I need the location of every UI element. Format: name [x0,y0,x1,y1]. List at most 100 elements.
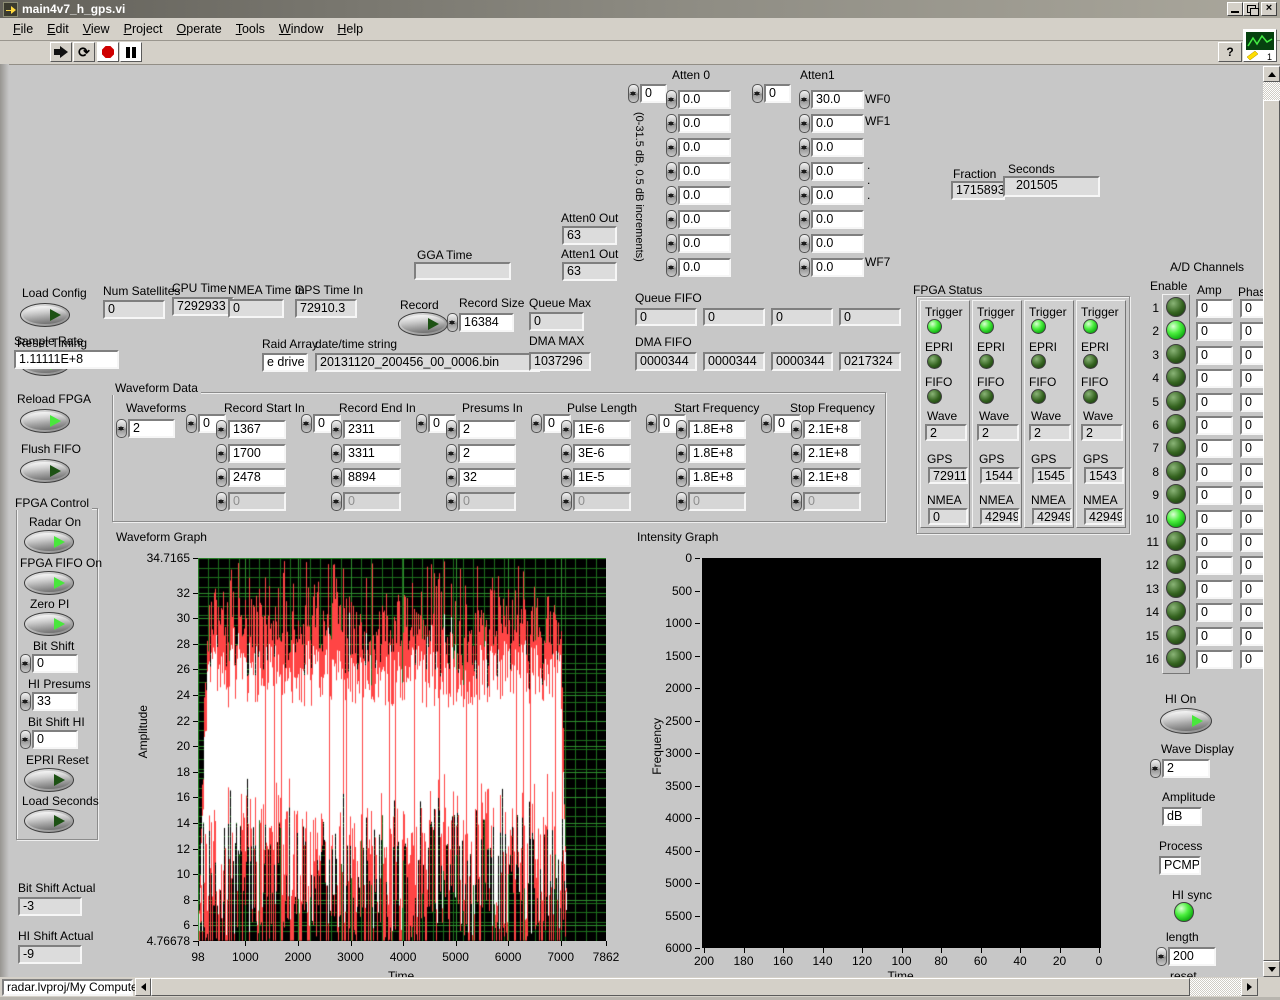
record-start-in-spinner-1[interactable] [216,444,227,463]
ad-amp-field-4[interactable]: 0 [1196,369,1233,388]
waveforms-spinner[interactable] [116,419,127,438]
menu-view[interactable]: View [76,20,117,38]
vscroll-up-button[interactable] [1263,66,1280,82]
hi-on-button[interactable] [1160,708,1212,734]
atten0-spinner-3[interactable] [666,162,677,181]
record-button[interactable] [398,312,448,336]
record-end-in-spinner-1[interactable] [331,444,342,463]
atten1-value-field-2[interactable]: 0.0 [811,138,864,157]
atten1-value-field-5[interactable]: 0.0 [811,210,864,229]
ad-enable-led-13[interactable] [1166,578,1186,598]
pulse-length-spinner-3[interactable] [561,492,572,511]
run-continuously-button[interactable]: ⟳ [73,42,95,62]
atten0-spinner-0[interactable] [666,90,677,109]
atten0-value-field-5[interactable]: 0.0 [678,210,731,229]
atten1-value-field-3[interactable]: 0.0 [811,162,864,181]
atten1-value-field-0[interactable]: 30.0 [811,90,864,109]
record-start-in-field-0[interactable]: 1367 [228,420,286,439]
ad-amp-field-11[interactable]: 0 [1196,533,1233,552]
stop-frequency-field-2[interactable]: 2.1E+8 [803,468,861,487]
atten1-spinner-1[interactable] [799,114,810,133]
atten0-value-field-1[interactable]: 0.0 [678,114,731,133]
record-end-in-spinner-0[interactable] [331,420,342,439]
atten1-spinner-7[interactable] [799,258,810,277]
stop-frequency-index-spinner[interactable] [761,414,772,433]
ad-amp-field-15[interactable]: 0 [1196,627,1233,646]
menu-edit[interactable]: Edit [40,20,76,38]
record-start-in-index-spinner[interactable] [186,414,197,433]
start-frequency-spinner-0[interactable] [676,420,687,439]
atten1-index-field[interactable]: 0 [764,84,791,103]
atten0-spinner-7[interactable] [666,258,677,277]
ad-enable-led-3[interactable] [1166,344,1186,364]
record-start-in-spinner-3[interactable] [216,492,227,511]
start-frequency-field-0[interactable]: 1.8E+8 [688,420,746,439]
atten0-spinner-5[interactable] [666,210,677,229]
ad-amp-field-3[interactable]: 0 [1196,346,1233,365]
length-field[interactable]: 200 [1168,947,1216,966]
atten0-spinner-2[interactable] [666,138,677,157]
run-button[interactable] [50,42,72,62]
presums-in-spinner-2[interactable] [446,468,457,487]
atten1-value-field-1[interactable]: 0.0 [811,114,864,133]
start-frequency-field-2[interactable]: 1.8E+8 [688,468,746,487]
flush-fifo-button[interactable] [20,459,70,483]
fpga-fifo-on-button[interactable] [24,571,74,595]
ad-amp-field-7[interactable]: 0 [1196,439,1233,458]
ad-enable-led-8[interactable] [1166,461,1186,481]
atten0-spinner-6[interactable] [666,234,677,253]
ad-amp-field-10[interactable]: 0 [1196,510,1233,529]
record-end-in-field-1[interactable]: 3311 [343,444,401,463]
ad-enable-led-10[interactable] [1166,508,1186,528]
atten0-index-spinner[interactable] [628,84,639,103]
atten0-value-field-2[interactable]: 0.0 [678,138,731,157]
record-size-spinner[interactable] [447,313,458,332]
load-seconds-button[interactable] [24,809,74,833]
vscroll-down-button[interactable] [1263,961,1280,977]
bit-shift-spinner[interactable] [20,654,31,673]
presums-in-index-spinner[interactable] [416,414,427,433]
ad-enable-led-11[interactable] [1166,531,1186,551]
atten1-spinner-0[interactable] [799,90,810,109]
atten0-spinner-4[interactable] [666,186,677,205]
atten0-spinner-1[interactable] [666,114,677,133]
atten1-spinner-3[interactable] [799,162,810,181]
hscroll-right-button[interactable] [1241,978,1258,996]
ad-amp-field-2[interactable]: 0 [1196,322,1233,341]
start-frequency-spinner-3[interactable] [676,492,687,511]
atten1-spinner-2[interactable] [799,138,810,157]
ad-enable-led-6[interactable] [1166,414,1186,434]
atten0-index-field[interactable]: 0 [640,84,667,103]
menu-file[interactable]: File [6,20,40,38]
record-start-in-field-1[interactable]: 1700 [228,444,286,463]
pulse-length-field-0[interactable]: 1E-6 [573,420,631,439]
atten1-spinner-4[interactable] [799,186,810,205]
hscroll-left-button[interactable] [135,978,151,996]
presums-in-spinner-3[interactable] [446,492,457,511]
pause-button[interactable] [120,42,142,62]
record-size-field[interactable]: 16384 [459,313,514,332]
pulse-length-spinner-2[interactable] [561,468,572,487]
pulse-length-spinner-0[interactable] [561,420,572,439]
vi-icon[interactable]: 1 [1243,29,1277,62]
atten1-spinner-6[interactable] [799,234,810,253]
ad-amp-field-12[interactable]: 0 [1196,556,1233,575]
waveforms-field[interactable]: 2 [128,419,175,438]
ad-enable-led-5[interactable] [1166,391,1186,411]
context-help-button[interactable]: ? [1218,42,1242,62]
record-start-in-field-2[interactable]: 2478 [228,468,286,487]
stop-frequency-field-1[interactable]: 2.1E+8 [803,444,861,463]
ad-amp-field-14[interactable]: 0 [1196,603,1233,622]
stop-frequency-spinner-2[interactable] [791,468,802,487]
atten1-value-field-7[interactable]: 0.0 [811,258,864,277]
presums-in-spinner-1[interactable] [446,444,457,463]
abort-button[interactable] [97,42,119,62]
record-end-in-spinner-3[interactable] [331,492,342,511]
record-start-in-spinner-2[interactable] [216,468,227,487]
pulse-length-index-spinner[interactable] [531,414,542,433]
ad-enable-led-15[interactable] [1166,625,1186,645]
ad-enable-led-16[interactable] [1166,648,1186,668]
bit-shift-hi-spinner[interactable] [20,730,31,749]
bit-shift-field[interactable]: 0 [32,654,78,673]
menu-help[interactable]: Help [330,20,370,38]
